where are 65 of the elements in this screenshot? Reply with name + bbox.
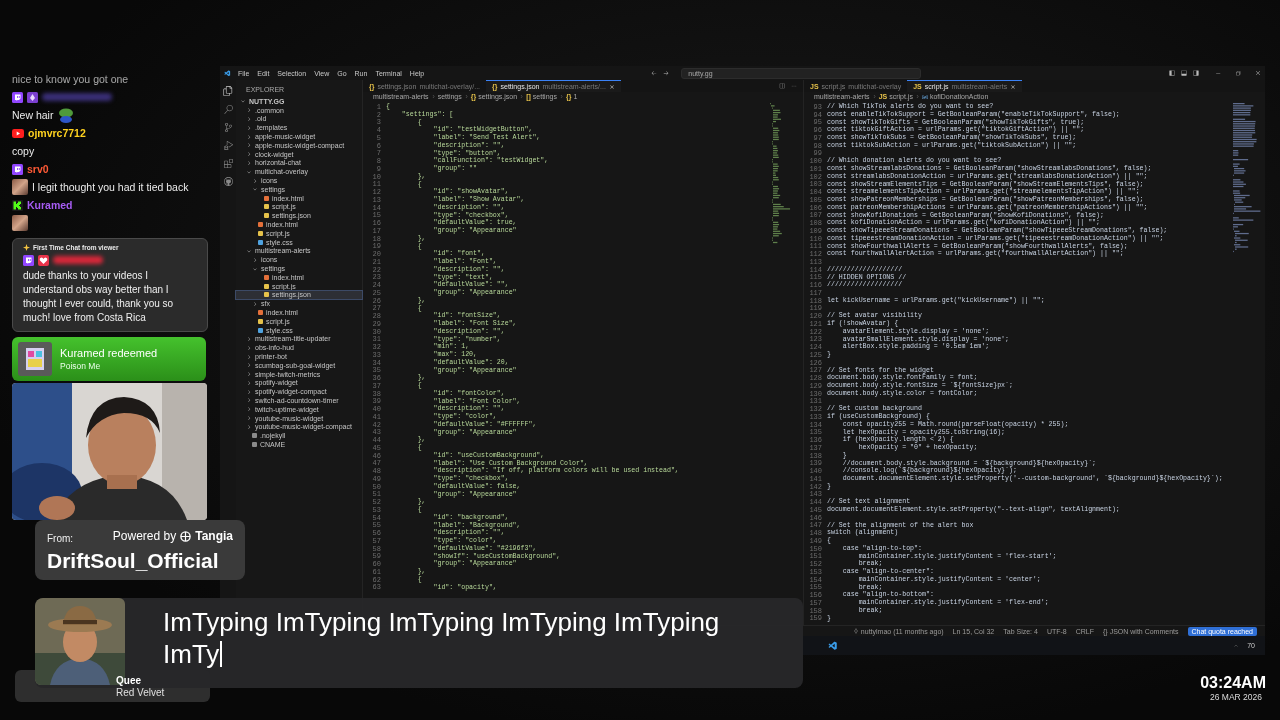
chat-username: Kuramed: [27, 199, 73, 211]
chevron-right-icon: [252, 256, 258, 263]
chevron-right-icon: [252, 300, 258, 307]
restore-icon[interactable]: [1235, 70, 1241, 76]
chevron-down-icon: [246, 247, 252, 254]
chevron-right-icon: [430, 94, 436, 99]
youtube-icon: [12, 128, 24, 138]
chevron-right-icon: [519, 94, 525, 99]
powered-by-text: Powered by: [112, 529, 177, 543]
variable-icon: [921, 93, 928, 100]
chat-message: nice to know you got one: [12, 73, 129, 85]
close-icon[interactable]: [1255, 70, 1261, 76]
song-artist: Red Velvet: [116, 687, 165, 698]
blurred-name: [53, 256, 103, 264]
frog-emote-icon: [57, 107, 76, 123]
panel-icon[interactable]: [1181, 70, 1187, 76]
avatar-icon: [12, 179, 28, 195]
chevron-down-icon: [246, 168, 252, 175]
clock-date: 26 MAR 2026: [1210, 692, 1262, 702]
heart-badge-icon: [38, 254, 49, 266]
reward-name: Poison Me: [60, 361, 102, 371]
github-icon[interactable]: [223, 177, 233, 186]
kick-icon: [12, 199, 23, 211]
redemption-title: Kuramed redeemed: [60, 347, 158, 359]
sender-name: DriftSoul_Official: [47, 549, 220, 573]
chat-message: I legit thought you had it tied back: [32, 181, 189, 193]
from-label: From:: [47, 531, 74, 544]
brand-name: Tangia: [195, 529, 233, 543]
close-icon[interactable]: [608, 83, 615, 90]
chat-username: ojmvrc7712: [28, 127, 86, 139]
layout-icon[interactable]: [1193, 70, 1199, 76]
chevron-down-icon: [252, 265, 258, 272]
layout-icon[interactable]: [1169, 70, 1175, 76]
search-icon[interactable]: [223, 105, 233, 114]
vscode-logo-icon: [224, 69, 231, 77]
extensions-icon[interactable]: [223, 159, 233, 168]
sparkle-icon: [23, 244, 30, 251]
vscode-taskbar-icon[interactable]: [828, 640, 838, 651]
chevron-right-icon: [914, 94, 920, 99]
song-title: Quee: [116, 675, 142, 686]
run-debug-icon[interactable]: [223, 141, 233, 150]
blurred-name: [42, 93, 112, 101]
chevron-down-icon: [240, 98, 246, 105]
chevron-right-icon: [463, 94, 469, 99]
emote-icon: [12, 215, 28, 231]
close-icon[interactable]: [1010, 83, 1017, 90]
twitch-icon: [23, 254, 34, 266]
forward-icon[interactable]: [663, 70, 670, 76]
tts-text: ImTyping ImTyping ImTyping ImTyping ImTyping ImTy: [163, 606, 721, 670]
source-control-icon[interactable]: [223, 123, 233, 132]
clock-time: 03:24AM: [1200, 674, 1266, 692]
chevron-right-icon: [252, 177, 258, 184]
text-cursor: [220, 641, 223, 667]
chat-message: dude thanks to your videos I understand obs way better than I thought I ever could, thank you so much! love from Costa Rica: [23, 269, 175, 325]
chevron-right-icon: [871, 94, 877, 99]
badge-icon: [27, 91, 38, 103]
chevron-down-icon: [252, 186, 258, 193]
twitch-icon: [12, 163, 23, 175]
twitch-icon: [12, 91, 23, 103]
chat-username: srv0: [27, 163, 49, 175]
chat-message: copy: [12, 145, 35, 157]
chat-message: New hair: [12, 109, 54, 121]
chevron-right-icon: [558, 94, 564, 99]
reward-icon: [18, 342, 52, 376]
files-icon[interactable]: [223, 86, 233, 96]
